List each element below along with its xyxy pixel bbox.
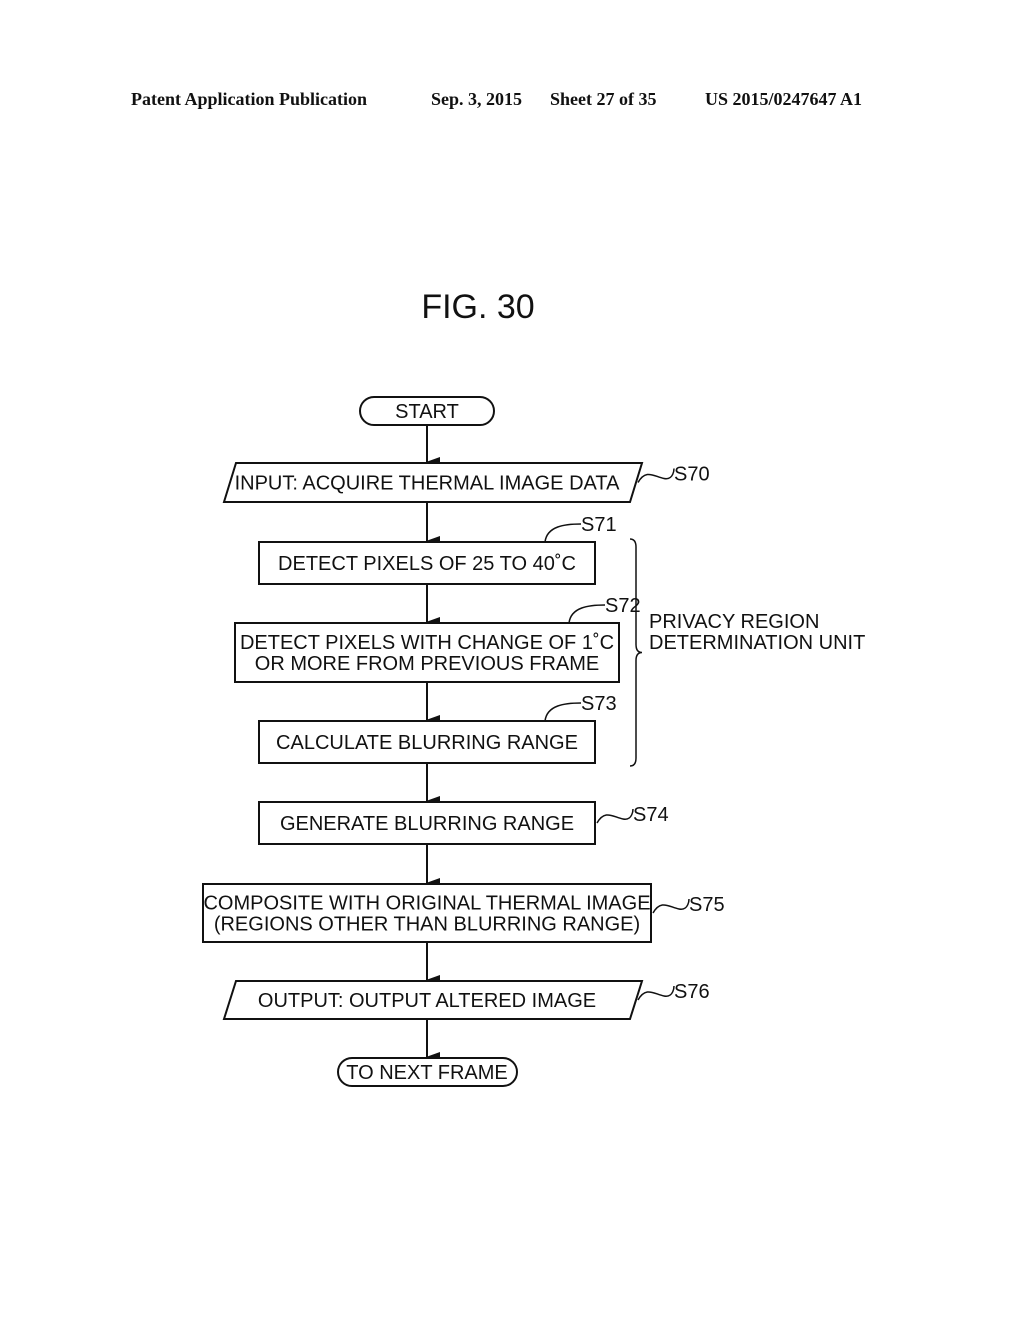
node-text: INPUT: ACQUIRE THERMAL IMAGE DATA [235,473,621,495]
step-leader-line [544,523,582,543]
flow-node-s70: INPUT: ACQUIRE THERMAL IMAGE DATA S70 [222,462,710,503]
step-label: S75 [689,894,725,916]
flow-node-start: START [359,396,495,426]
step-leader-line [637,468,675,483]
node-text: OR MORE FROM PREVIOUS FRAME [255,653,599,675]
nodes: START INPUT: ACQUIRE THERMAL IMAGE DATA S7… [202,396,725,1087]
step-leader-line [596,808,634,824]
node-text: COMPOSITE WITH ORIGINAL THERMAL IMAGE [203,893,650,915]
step-leader-line [568,604,606,624]
group-brace [629,538,643,767]
flow-node-s71: DETECT PIXELS OF 25 TO 40˚CS71 [258,514,617,585]
step-label: S76 [674,981,710,1003]
node-text: (REGIONS OTHER THAN BLURRING RANGE) [214,914,640,936]
flow-node-end: TO NEXT FRAME [337,1057,518,1087]
flow-node-s72: DETECT PIXELS WITH CHANGE OF 1˚COR MORE … [234,595,641,683]
privacy-region-group: PRIVACY REGIONDETERMINATION UNIT [629,538,865,767]
node-text: OUTPUT: OUTPUT ALTERED IMAGE [258,990,596,1012]
step-label: S73 [581,693,617,715]
group-label: PRIVACY REGION [649,611,819,633]
step-leader-line [652,898,690,914]
node-text: TO NEXT FRAME [346,1062,508,1084]
step-label: S74 [633,804,669,826]
node-text: GENERATE BLURRING RANGE [280,813,574,835]
flow-node-s76: OUTPUT: OUTPUT ALTERED IMAGE S76 [222,980,710,1020]
flowchart: START INPUT: ACQUIRE THERMAL IMAGE DATA S7… [202,396,865,1087]
node-text: DETECT PIXELS WITH CHANGE OF 1˚C [240,632,614,654]
step-label: S70 [674,464,710,486]
step-label: S71 [581,514,617,536]
step-leader-line [544,702,582,722]
flow-node-s73: CALCULATE BLURRING RANGES73 [258,693,617,764]
node-text: DETECT PIXELS OF 25 TO 40˚C [278,553,576,575]
group-label: DETERMINATION UNIT [649,632,865,654]
flow-node-s74: GENERATE BLURRING RANGE S74 [258,801,669,845]
step-leader-line [637,985,675,1001]
node-text: CALCULATE BLURRING RANGE [276,732,578,754]
node-text: START [395,401,459,423]
flow-node-s75: COMPOSITE WITH ORIGINAL THERMAL IMAGE(RE… [202,883,725,943]
